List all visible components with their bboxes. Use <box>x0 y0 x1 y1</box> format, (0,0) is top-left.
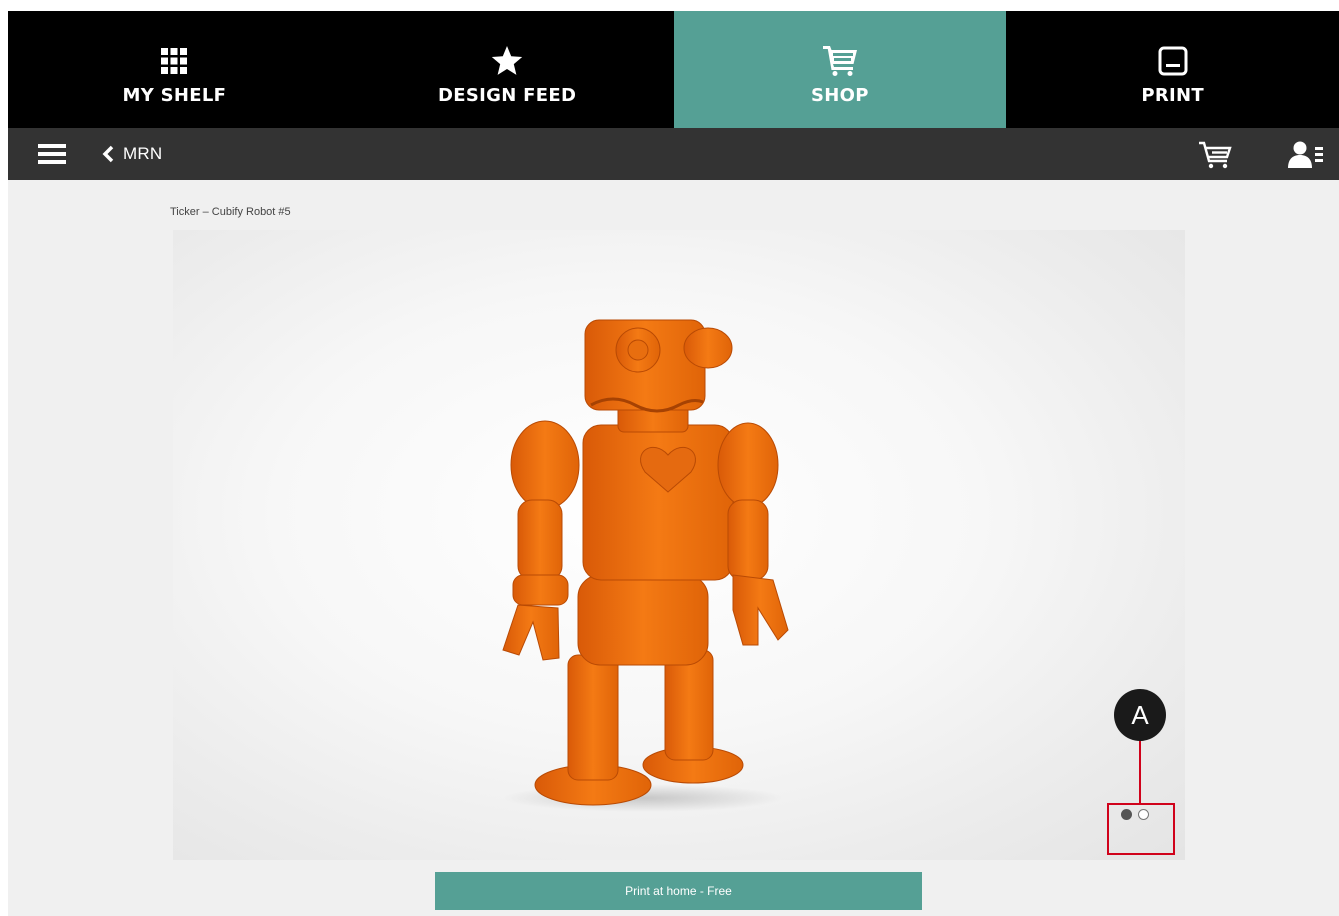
product-title: Ticker – Cubify Robot #5 <box>170 206 291 218</box>
tab-label: DESIGN FEED <box>438 85 577 106</box>
tab-print[interactable]: PRINT <box>1006 11 1339 128</box>
grid-icon <box>161 41 188 81</box>
print-at-home-button[interactable]: Print at home - Free <box>435 872 922 910</box>
star-icon <box>491 41 523 81</box>
cart-icon[interactable] <box>1198 140 1232 170</box>
robot-image <box>502 319 789 812</box>
account-icon[interactable] <box>1288 140 1324 170</box>
top-navigation: MY SHELF DESIGN FEED SHOP PRINT <box>8 11 1339 128</box>
back-button[interactable]: MRN <box>101 140 162 168</box>
callout-line <box>1139 736 1141 804</box>
tab-shop[interactable]: SHOP <box>673 11 1007 128</box>
tab-label: SHOP <box>811 85 869 106</box>
tab-my-shelf[interactable]: MY SHELF <box>8 11 341 128</box>
tab-design-feed[interactable]: DESIGN FEED <box>341 11 674 128</box>
hamburger-menu-icon[interactable] <box>36 140 68 168</box>
tab-label: MY SHELF <box>122 85 227 106</box>
back-label: MRN <box>123 144 163 163</box>
secondary-toolbar: MRN <box>8 128 1339 180</box>
product-image[interactable] <box>173 230 1185 860</box>
chevron-left-icon <box>101 143 119 165</box>
printer-icon <box>1158 41 1188 81</box>
callout-marker: A <box>1114 689 1166 741</box>
callout-highlight-box <box>1107 803 1175 855</box>
cart-icon <box>822 41 857 81</box>
tab-label: PRINT <box>1141 85 1204 106</box>
